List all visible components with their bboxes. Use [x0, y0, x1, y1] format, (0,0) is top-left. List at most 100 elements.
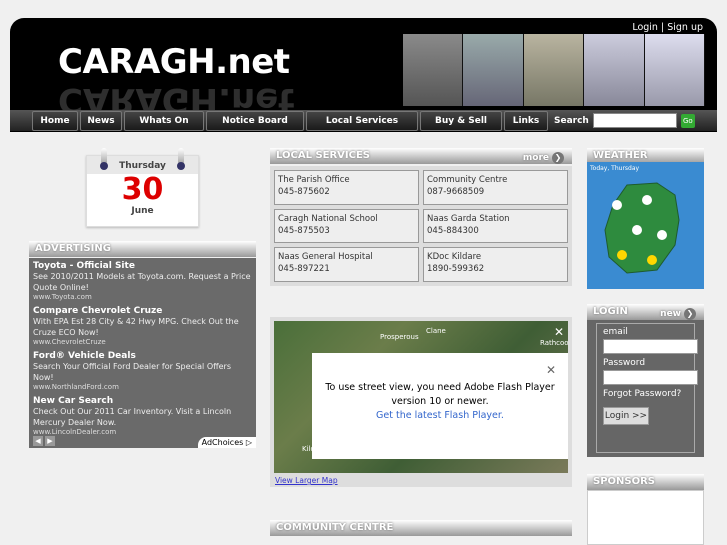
flash-player-notice: ✕ To use street view, you need Adobe Fla… [312, 353, 568, 459]
service-phone: 1890-599362 [427, 264, 485, 275]
service-item[interactable]: Naas Garda Station 045-884300 [423, 208, 568, 244]
nav-links[interactable]: Links [504, 110, 548, 131]
service-item[interactable]: The Parish Office 045-875602 [274, 170, 419, 205]
ad-text: Search Your Official Ford Dealer for Spe… [33, 362, 232, 382]
service-item[interactable]: Caragh National School 045-875503 [274, 208, 419, 244]
ad-prev-icon[interactable]: ◀ [33, 436, 43, 446]
ad-item[interactable]: Compare Chevrolet Cruze With EPA Est 28 … [33, 306, 252, 346]
email-label: email [603, 327, 628, 337]
ad-title[interactable]: New Car Search [33, 396, 252, 406]
ad-item[interactable]: Ford® Vehicle Deals Search Your Official… [33, 351, 252, 391]
service-item[interactable]: Naas General Hospital 045-897221 [274, 247, 419, 282]
service-name: Naas Garda Station [427, 213, 510, 224]
arrow-right-icon: ❯ [684, 308, 696, 320]
ad-url[interactable]: www.Toyota.com [33, 293, 252, 301]
ad-item[interactable]: Toyota - Official Site See 2010/2011 Mod… [33, 261, 252, 301]
service-name: Community Centre [427, 175, 508, 185]
nav-notice-board[interactable]: Notice Board [206, 110, 304, 131]
photo-tower [523, 34, 585, 106]
ad-url[interactable]: www.LincolnDealer.com [33, 428, 252, 436]
nav-whats-on[interactable]: Whats On [124, 110, 204, 131]
service-item[interactable]: Community Centre 087-9668509 [423, 170, 568, 205]
password-field[interactable] [603, 370, 698, 385]
local-services-grid: The Parish Office 045-875602 Community Ce… [270, 166, 572, 286]
login-button[interactable]: Login >> [603, 407, 649, 425]
photo-hall [463, 34, 524, 106]
adchoices-label: AdChoices [201, 438, 244, 447]
calendar-ring-left [100, 148, 108, 170]
ad-item[interactable]: New Car Search Check Out Our 2011 Car In… [33, 396, 252, 436]
login-form: email Password Forgot Password? Login >> [596, 323, 698, 453]
email-field[interactable] [603, 339, 698, 354]
service-name: Caragh National School [278, 213, 378, 224]
site-header: Login | Sign up CARAGH.net CARAGH.net [10, 18, 717, 120]
weather-today: Today, Thursday [590, 165, 640, 172]
adchoices-link[interactable]: AdChoices ▷ [197, 437, 256, 448]
map-label-rathcoo: Rathcoo [540, 339, 568, 347]
password-label: Password [603, 358, 646, 368]
service-phone: 045-875503 [278, 225, 330, 236]
service-item[interactable]: KDoc Kildare 1890-599362 [423, 247, 568, 282]
search-label: Search [554, 115, 589, 126]
service-phone: 045-884300 [427, 225, 479, 236]
view-larger-map-link[interactable]: View Larger Map [275, 476, 338, 485]
local-services-title-text: LOCAL SERVICES [276, 150, 371, 161]
forgot-password-link[interactable]: Forgot Password? [603, 389, 688, 399]
service-phone: 087-9668509 [427, 187, 485, 197]
ad-pager: ◀ ▶ [33, 436, 55, 446]
service-phone: 045-897221 [278, 264, 330, 275]
service-name: The Parish Office [278, 175, 350, 185]
map-panel: Prosperous Clane Rathcoo Kildare M7 ✕ ✕ … [270, 317, 572, 487]
local-services-title: LOCAL SERVICES more ❯ [270, 148, 572, 164]
flash-message-line2: version 10 or newer. [391, 396, 489, 407]
advertising-title: ADVERTISING [29, 241, 256, 257]
map-label-prosperous: Prosperous [380, 333, 419, 341]
street-map[interactable]: Prosperous Clane Rathcoo Kildare M7 ✕ ✕ … [274, 321, 568, 473]
photo-church [403, 34, 464, 106]
flash-message-line1: To use street view, you need Adobe Flash… [325, 382, 555, 393]
close-icon[interactable]: ✕ [554, 325, 564, 339]
ad-text: Check Out Our 2011 Car Inventory. Visit … [33, 407, 232, 427]
ad-next-icon[interactable]: ▶ [45, 436, 55, 446]
sponsors-panel [587, 490, 704, 545]
calendar-date: 30 [121, 172, 164, 207]
calendar-ring-right [177, 148, 185, 170]
calendar-month: June [131, 206, 154, 216]
date-calendar: Thursday 30 June [86, 148, 199, 227]
link-separator: | [657, 22, 668, 33]
login-title-text: LOGIN [593, 306, 628, 317]
nav-buy-sell[interactable]: Buy & Sell [420, 110, 502, 131]
local-services-more[interactable]: more ❯ [523, 150, 564, 166]
service-name: Naas General Hospital [278, 252, 373, 263]
ad-title[interactable]: Toyota - Official Site [33, 261, 252, 271]
search-go-button[interactable]: Go [680, 113, 695, 128]
ad-url[interactable]: www.NorthlandFord.com [33, 383, 252, 391]
weather-map[interactable]: Today, Thursday [587, 162, 704, 289]
top-links: Login | Sign up [632, 22, 703, 33]
close-icon[interactable]: ✕ [546, 363, 556, 377]
login-title: LOGIN new ❯ [587, 304, 704, 320]
more-label: more [522, 153, 549, 163]
nav-home[interactable]: Home [32, 110, 78, 131]
ad-title[interactable]: Ford® Vehicle Deals [33, 351, 252, 361]
arrow-right-icon: ❯ [552, 152, 564, 164]
service-phone: 045-875602 [278, 187, 330, 197]
nav-news[interactable]: News [80, 110, 122, 131]
main-nav: Home News Whats On Notice Board Local Se… [10, 110, 717, 132]
header-photos [403, 34, 706, 106]
photo-school [584, 34, 645, 106]
login-panel: email Password Forgot Password? Login >> [587, 320, 704, 457]
adchoices-icon: ▷ [245, 438, 252, 447]
advertising-panel: Toyota - Official Site See 2010/2011 Mod… [29, 258, 256, 448]
sponsors-title: SPONSORS [587, 474, 704, 490]
map-label-clane: Clane [426, 327, 446, 335]
signup-link[interactable]: Sign up [667, 22, 703, 33]
search-input[interactable] [592, 113, 677, 128]
ad-text: With EPA Est 28 City & 42 Hwy MPG. Check… [33, 317, 239, 337]
site-logo[interactable]: CARAGH.net [58, 42, 290, 82]
ad-title[interactable]: Compare Chevrolet Cruze [33, 306, 252, 316]
flash-player-link[interactable]: Get the latest Flash Player. [376, 410, 504, 421]
nav-local-services[interactable]: Local Services [306, 110, 418, 131]
ad-url[interactable]: www.ChevroletCruze [33, 338, 252, 346]
login-link[interactable]: Login [632, 22, 658, 33]
